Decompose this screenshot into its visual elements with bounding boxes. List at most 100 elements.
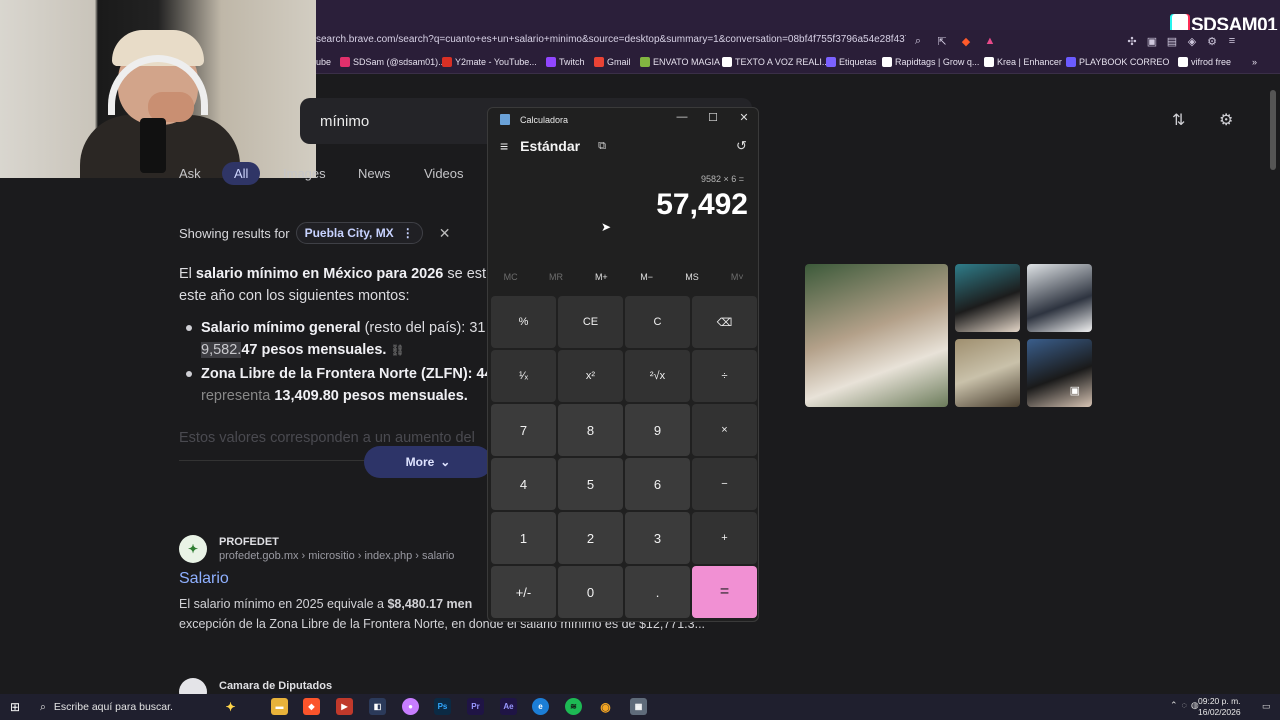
tab-ask[interactable]: Ask	[179, 166, 201, 181]
digit-1-button[interactable]: 1	[491, 512, 556, 564]
brave-shield-icon[interactable]: ◆	[958, 32, 974, 50]
search-query-text[interactable]: mínimo	[320, 113, 369, 130]
image-gallery-icon[interactable]: ▣	[1070, 384, 1080, 397]
digit-9-button[interactable]: 9	[625, 404, 690, 456]
digit-7-button[interactable]: 7	[491, 404, 556, 456]
digit-4-button[interactable]: 4	[491, 458, 556, 510]
history-icon[interactable]: ↺	[736, 138, 747, 154]
app-cube-icon[interactable]: ◧	[369, 698, 386, 715]
premiere-icon[interactable]: Pr	[467, 698, 484, 715]
tags-icon	[826, 57, 836, 67]
file-explorer-icon[interactable]: ▬	[271, 698, 288, 715]
minimize-icon[interactable]: —	[672, 111, 692, 123]
link-icon[interactable]: ⛓	[390, 345, 404, 357]
memory-recall-button[interactable]: MR	[533, 272, 578, 282]
image-result-man-phone[interactable]	[805, 264, 948, 407]
backspace-button[interactable]: ⌫	[692, 296, 757, 348]
brave-rewards-icon[interactable]: ▲	[982, 32, 998, 50]
close-icon[interactable]: ✕	[439, 225, 451, 242]
more-options-icon[interactable]: ⋮	[402, 226, 414, 240]
reciprocal-button[interactable]: ¹⁄ₓ	[491, 350, 556, 402]
digit-8-button[interactable]: 8	[558, 404, 623, 456]
location-pill[interactable]: Puebla City, MX ⋮	[295, 222, 423, 244]
memory-subtract-button[interactable]: M−	[624, 272, 669, 282]
clear-button[interactable]: C	[625, 296, 690, 348]
bookmark-item[interactable]: ENVATO MAGIA	[640, 57, 720, 67]
digit-2-button[interactable]: 2	[558, 512, 623, 564]
digit-5-button[interactable]: 5	[558, 458, 623, 510]
bookmark-item[interactable]: vifrod free	[1178, 57, 1231, 67]
url-text[interactable]: search.brave.com/search?q=cuanto+es+un+s…	[316, 34, 906, 45]
bookmark-item[interactable]: Etiquetas	[826, 57, 877, 67]
notification-icon[interactable]: ▭	[1262, 701, 1271, 712]
tiger-app-icon[interactable]: ◉	[597, 698, 614, 715]
digit-3-button[interactable]: 3	[625, 512, 690, 564]
clock[interactable]: 09:20 p. m. 16/02/2026	[1198, 696, 1241, 718]
tab-images[interactable]: Images	[283, 166, 326, 181]
tab-news[interactable]: News	[358, 166, 391, 181]
memory-clear-button[interactable]: MC	[488, 272, 533, 282]
result-title-link[interactable]: Salario	[179, 570, 229, 588]
memory-list-button[interactable]: M˅	[715, 272, 758, 282]
memory-add-button[interactable]: M+	[579, 272, 624, 282]
add-button[interactable]: +	[692, 512, 757, 564]
settings-icon[interactable]: ⚙	[1204, 32, 1220, 50]
result-url-path[interactable]: profedet.gob.mx › micrositio › index.php…	[219, 550, 454, 562]
address-bar[interactable]: search.brave.com/search?q=cuanto+es+un+s…	[316, 30, 1280, 54]
edge-icon[interactable]: e	[532, 698, 549, 715]
more-button[interactable]: More ⌄	[364, 446, 492, 478]
photoshop-icon[interactable]: Ps	[434, 698, 451, 715]
close-window-icon[interactable]: ✕	[734, 111, 754, 124]
bookmark-item[interactable]: PLAYBOOK CORREO	[1066, 57, 1169, 67]
vpn-icon[interactable]: ◈	[1184, 32, 1200, 50]
filters-icon[interactable]: ⇅	[1172, 110, 1185, 130]
subtract-button[interactable]: −	[692, 458, 757, 510]
image-result-worker[interactable]	[955, 339, 1020, 407]
bookmark-item[interactable]: Y2mate - YouTube...	[442, 57, 537, 67]
bookmark-item[interactable]: ube	[316, 57, 331, 67]
image-result-woman-office[interactable]	[955, 264, 1020, 332]
divide-button[interactable]: ÷	[692, 350, 757, 402]
bookmark-item[interactable]: Krea | Enhancer	[984, 57, 1062, 67]
bookmark-item[interactable]: Rapidtags | Grow q...	[882, 57, 979, 67]
bookmark-item[interactable]: Twitch	[546, 57, 585, 67]
spotify-icon[interactable]: ≋	[565, 698, 582, 715]
square-root-button[interactable]: ²√x	[625, 350, 690, 402]
color-app-icon[interactable]: ●	[402, 698, 419, 715]
bookmarks-overflow-icon[interactable]: »	[1252, 57, 1257, 67]
page-scrollbar[interactable]	[1270, 90, 1276, 170]
share-icon[interactable]: ⇱	[934, 32, 950, 50]
brave-icon[interactable]: ◆	[303, 698, 320, 715]
bookmark-item[interactable]: Gmail	[594, 57, 631, 67]
percent-button[interactable]: %	[491, 296, 556, 348]
zoom-icon[interactable]: ⌕	[910, 32, 926, 50]
square-button[interactable]: x²	[558, 350, 623, 402]
calculator-taskbar-icon[interactable]: ▦	[630, 698, 647, 715]
clear-entry-button[interactable]: CE	[558, 296, 623, 348]
memory-store-button[interactable]: MS	[669, 272, 714, 282]
maximize-icon[interactable]: ☐	[703, 111, 723, 124]
decimal-button[interactable]: .	[625, 566, 690, 618]
tab-videos[interactable]: Videos	[424, 166, 464, 181]
keep-on-top-icon[interactable]: ⧉	[598, 140, 606, 153]
after-effects-icon[interactable]: Ae	[500, 698, 517, 715]
digit-0-button[interactable]: 0	[558, 566, 623, 618]
search-settings-icon[interactable]: ⚙	[1219, 110, 1233, 130]
menu-icon[interactable]: ≡	[1224, 32, 1240, 50]
multiply-button[interactable]: ×	[692, 404, 757, 456]
sparkle-icon[interactable]: ✦	[222, 698, 239, 715]
equals-button[interactable]: =	[692, 566, 757, 618]
windows-start-icon[interactable]: ⊞	[10, 700, 20, 714]
bookmark-item[interactable]: TEXTO A VOZ REALI...	[722, 57, 829, 67]
digit-6-button[interactable]: 6	[625, 458, 690, 510]
image-result-speaker[interactable]: ▣	[1027, 339, 1092, 407]
tab-all[interactable]: All	[222, 162, 261, 185]
bookmark-item[interactable]: SDSam (@sdsam01)...	[340, 57, 446, 67]
negate-button[interactable]: +/-	[491, 566, 556, 618]
hamburger-menu-icon[interactable]: ≡	[500, 138, 508, 154]
sidebar-icon[interactable]: ▣	[1144, 32, 1160, 50]
extension-puzzle-icon[interactable]: ✣	[1124, 32, 1140, 50]
image-result-meeting[interactable]	[1027, 264, 1092, 332]
video-app-icon[interactable]: ▶	[336, 698, 353, 715]
wallet-icon[interactable]: ▤	[1164, 32, 1180, 50]
